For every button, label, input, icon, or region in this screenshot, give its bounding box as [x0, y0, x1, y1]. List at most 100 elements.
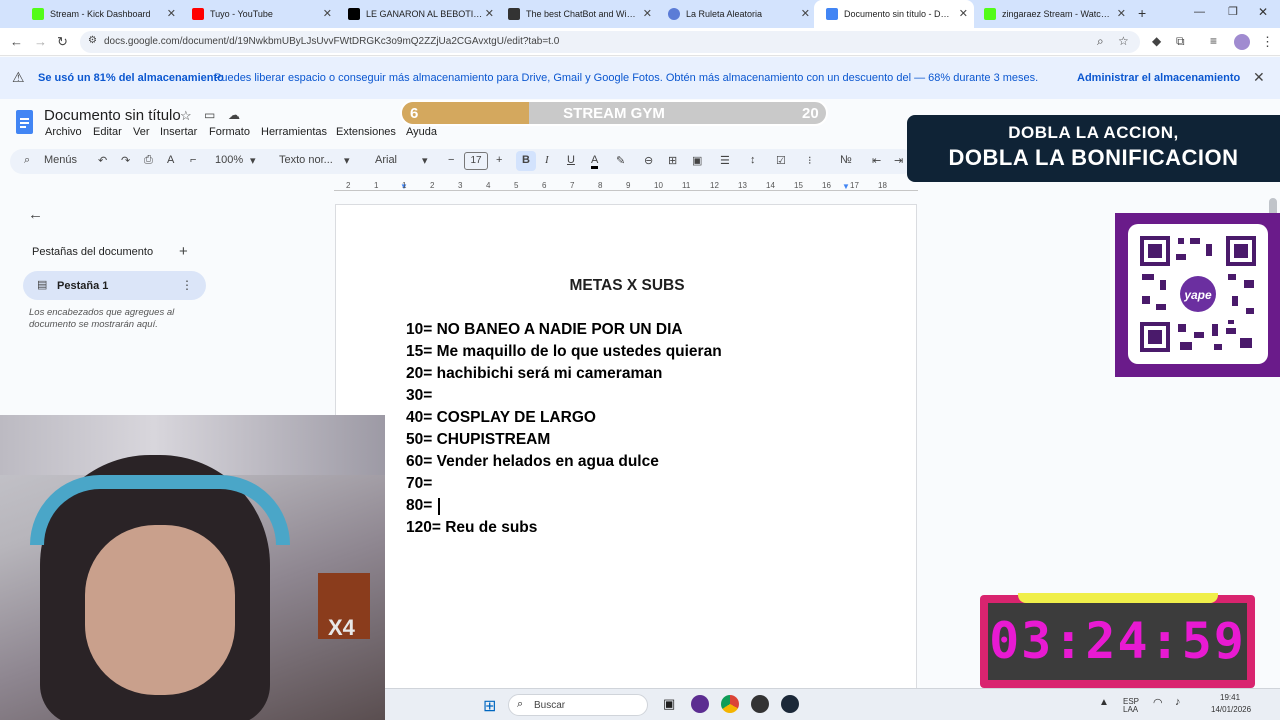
browser-tab-ruleta[interactable]: La Ruleta Aleatoria ✕	[656, 0, 816, 28]
sidebar-tab-pestana-1[interactable]: ▤ Pestaña 1 ⋮	[23, 271, 206, 300]
ruler-number: 1	[402, 181, 407, 190]
task-view-icon[interactable]: ▣	[663, 696, 675, 712]
line-spacing-icon[interactable]: ↕	[750, 154, 756, 166]
new-tab-button[interactable]: +	[1138, 5, 1146, 21]
document-title[interactable]: Documento sin título	[44, 107, 181, 124]
indent-icon[interactable]: ⇤	[872, 154, 881, 167]
menu-ver[interactable]: Ver	[133, 126, 150, 138]
link-icon[interactable]: ⊖	[644, 154, 653, 167]
menu-editar[interactable]: Editar	[93, 126, 122, 138]
print-icon[interactable]: ⎙	[144, 154, 153, 167]
taskbar-search[interactable]: ⌕ Buscar	[508, 694, 648, 716]
close-window-icon[interactable]: ✕	[1258, 5, 1268, 19]
menu-extensiones[interactable]: Extensiones	[336, 126, 396, 138]
manage-storage-link[interactable]: Administrar el almacenamiento	[1077, 72, 1240, 84]
underline-button[interactable]: U	[567, 154, 575, 166]
decrease-font-icon[interactable]: −	[448, 154, 454, 166]
ruler[interactable]: ▼ ▼ 2 1 1 2 3 4 5 6 7 8 9 10 11 12 13 14 15 16 17 18	[334, 178, 918, 196]
site-info-icon[interactable]: ⚙	[88, 35, 97, 46]
indent-more-icon[interactable]: ⇥	[894, 154, 903, 167]
browser-tab-chatbot[interactable]: The best ChatBot and Widgets ✕	[496, 0, 658, 28]
forward-icon[interactable]: →	[34, 34, 47, 49]
formatting-toolbar: ⌕ Menús ↶ ↷ ⎙ A ⌐ 100% ▾ Texto nor... ▾ …	[10, 149, 915, 174]
media-controls-icon[interactable]: ≡	[1210, 34, 1217, 48]
increase-font-icon[interactable]: +	[496, 154, 502, 166]
browser-tab-kick-live[interactable]: zingaraez Stream - Watch Live ✕	[972, 0, 1132, 28]
close-tab-icon[interactable]: ✕	[167, 7, 176, 20]
close-tab-icon[interactable]: ✕	[801, 7, 810, 20]
volume-icon[interactable]: ♪	[1175, 696, 1181, 708]
docs-logo-icon[interactable]	[16, 110, 33, 134]
undo-icon[interactable]: ↶	[98, 154, 107, 167]
close-tab-icon[interactable]: ✕	[959, 7, 968, 20]
chrome-menu-icon[interactable]: ⋮	[1261, 34, 1274, 50]
menu-herramientas[interactable]: Herramientas	[261, 126, 327, 138]
add-tab-icon[interactable]: +	[179, 243, 188, 260]
menu-insertar[interactable]: Insertar	[160, 126, 197, 138]
close-tab-icon[interactable]: ✕	[1117, 7, 1126, 20]
move-folder-icon[interactable]: ▭	[204, 108, 215, 122]
reload-icon[interactable]: ↻	[57, 34, 68, 50]
font-select[interactable]: Arial	[375, 154, 397, 166]
url-field[interactable]: ⚙ docs.google.com/document/d/19NwkbmUByL…	[80, 31, 1140, 53]
paragraph-style-select[interactable]: Texto nor...	[279, 154, 333, 166]
zoom-select[interactable]: 100%	[215, 154, 243, 166]
menu-archivo[interactable]: Archivo	[45, 126, 82, 138]
bookmark-star-icon[interactable]: ☆	[1118, 34, 1129, 48]
chrome-icon[interactable]	[721, 695, 739, 713]
numbered-list-icon[interactable]: №	[840, 154, 852, 166]
profile-avatar[interactable]	[1234, 34, 1250, 50]
italic-button[interactable]: I	[545, 154, 549, 166]
clock-date[interactable]: 14/01/2026	[1211, 705, 1251, 714]
close-tab-icon[interactable]: ✕	[323, 7, 332, 20]
paint-format-icon[interactable]: ⌐	[190, 154, 196, 166]
menu-formato[interactable]: Formato	[209, 126, 250, 138]
browser-tab-tiktok[interactable]: LE GANARON AL BEBOTISMOO ✕	[336, 0, 500, 28]
language-indicator[interactable]: ESP LAA	[1123, 698, 1145, 714]
browser-tab-kick-dashboard[interactable]: Stream - Kick Dashboard ✕	[20, 0, 182, 28]
highlight-icon[interactable]: ✎	[616, 154, 625, 167]
ruler-number: 16	[822, 181, 831, 190]
ruler-number: 12	[710, 181, 719, 190]
bullet-list-icon[interactable]: ⁝	[808, 154, 812, 167]
wifi-icon[interactable]: ◠	[1153, 696, 1163, 709]
close-tab-icon[interactable]: ✕	[485, 7, 494, 20]
browser-tab-youtube[interactable]: Tuyo - YouTube ✕	[180, 0, 338, 28]
tray-chevron-icon[interactable]: ▲	[1099, 697, 1109, 708]
minimize-icon[interactable]: —	[1194, 6, 1205, 18]
close-tab-icon[interactable]: ✕	[643, 7, 652, 20]
text-color-button[interactable]: A	[591, 154, 599, 169]
search-icon: ⌕	[517, 698, 524, 710]
menu-ayuda[interactable]: Ayuda	[406, 126, 437, 138]
tab-options-icon[interactable]: ⋮	[181, 278, 193, 292]
clock-time[interactable]: 19:41	[1220, 693, 1240, 702]
back-icon[interactable]: ←	[10, 34, 23, 49]
comment-icon[interactable]: ⊞	[668, 154, 677, 167]
steam-icon[interactable]	[781, 695, 799, 713]
qr-code: yape	[1128, 224, 1268, 364]
obs-icon[interactable]	[751, 695, 769, 713]
align-icon[interactable]: ☰	[720, 154, 730, 167]
image-icon[interactable]: ▣	[692, 154, 702, 167]
discord-icon[interactable]	[691, 695, 709, 713]
star-icon[interactable]: ☆	[180, 108, 192, 124]
bold-button[interactable]: B	[516, 151, 536, 171]
search-menus-icon[interactable]: ⌕	[24, 154, 30, 167]
promo-line-1: DOBLA LA ACCION,	[1008, 123, 1179, 142]
checklist-icon[interactable]: ☑	[776, 154, 786, 167]
extension-icon[interactable]: ◆	[1152, 34, 1161, 48]
document-page[interactable]: METAS X SUBS 10= NO BANEO A NADIE POR UN…	[335, 204, 917, 704]
warning-icon: ⚠	[12, 69, 25, 85]
close-banner-icon[interactable]: ✕	[1253, 69, 1265, 86]
maximize-icon[interactable]: ❐	[1228, 5, 1238, 18]
search-menus-label[interactable]: Menús	[44, 154, 77, 166]
back-arrow-icon[interactable]: ←	[28, 206, 43, 223]
browser-tab-docs[interactable]: Documento sin título - Docum ✕	[814, 0, 974, 28]
right-indent-marker-icon[interactable]: ▼	[842, 182, 850, 191]
extensions-puzzle-icon[interactable]: ⧉	[1176, 34, 1185, 49]
spellcheck-icon[interactable]: A	[167, 154, 174, 166]
redo-icon[interactable]: ↷	[121, 154, 130, 167]
zoom-icon[interactable]: ⌕	[1097, 34, 1104, 49]
windows-start-icon[interactable]: ⊞	[483, 696, 496, 716]
font-size-input[interactable]: 17	[464, 152, 488, 170]
